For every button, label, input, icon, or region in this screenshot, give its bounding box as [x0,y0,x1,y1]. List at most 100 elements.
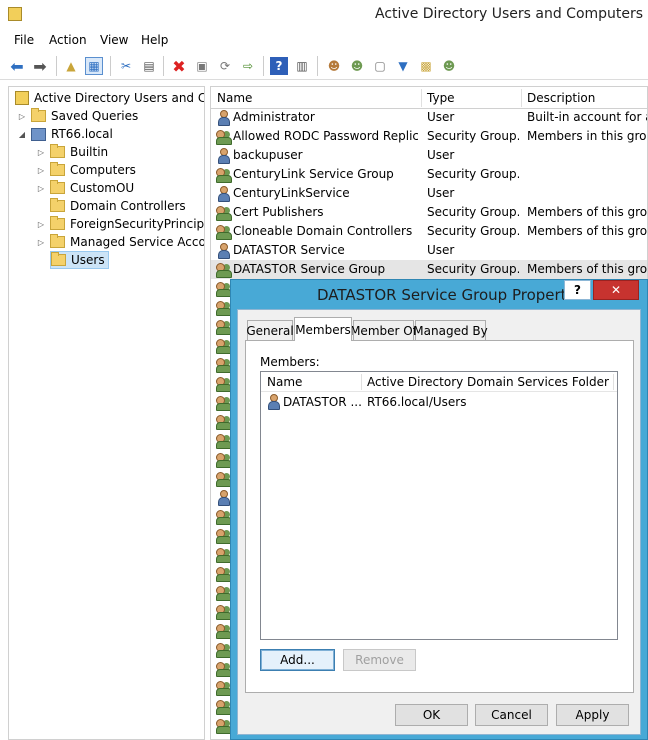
folder-icon [50,144,65,158]
tree-saved-queries[interactable]: ▷ Saved Queries [17,107,138,125]
table-row-selected[interactable]: DATASTOR Service Group Security Group...… [211,260,648,279]
back-arrow-icon[interactable]: ⬅ [8,57,26,76]
members-label: Members: [260,355,320,369]
table-row[interactable]: backupuser User [211,146,647,165]
domain-icon [31,127,46,141]
row-name: Allowed RODC Password Replicat... [233,129,418,143]
group-icon [215,452,232,468]
export-list-icon[interactable]: ⇨ [239,57,257,75]
add-button[interactable]: Add... [260,649,335,671]
table-row[interactable]: Cloneable Domain Controllers Security Gr… [211,222,647,241]
row-type: Security Group... [427,224,519,238]
group-icon [215,661,232,677]
new-group-icon[interactable]: ☻ [348,57,366,75]
dialog-help-button[interactable]: ? [564,280,591,300]
tree-item-foreign-security-principals[interactable]: ▷ ForeignSecurityPrincipals [36,215,204,233]
row-description: Members of this group [527,205,648,219]
table-row[interactable]: Allowed RODC Password Replicat... Securi… [211,127,647,146]
row-name: Administrator [233,110,315,124]
dialog-body: General Members Member Of Managed By Mem… [237,309,641,735]
title-bar: Active Directory Users and Computers [0,0,648,30]
folder-icon [50,234,65,248]
tree-item-computers[interactable]: ▷ Computers [36,161,136,179]
forward-arrow-icon[interactable]: ➡ [31,57,49,76]
column-header-type[interactable]: Type [427,91,455,105]
table-row[interactable]: CenturyLink Service Group Security Group… [211,165,647,184]
row-name: backupuser [233,148,303,162]
group-icon [215,585,232,601]
tab-managed-by[interactable]: Managed By [413,320,488,340]
row-type: Security Group... [427,205,519,219]
tree-item-users[interactable]: Users [50,251,109,269]
cancel-button[interactable]: Cancel [475,704,548,726]
expand-arrow-icon[interactable]: ▷ [36,166,46,175]
table-row[interactable]: DATASTOR Service User [211,241,647,260]
group-icon [215,528,232,544]
table-row[interactable]: Cert Publishers Security Group... Member… [211,203,648,222]
tree-root[interactable]: Active Directory Users and Com [15,89,204,107]
members-column-folder[interactable]: Active Directory Domain Services Folder [367,375,609,389]
aduc-icon [15,91,29,105]
console-tree-icon[interactable]: ▦ [85,57,103,75]
row-name: DATASTOR Service [233,243,345,257]
dialog-close-button[interactable]: ✕ [593,280,639,300]
tree-item-customou[interactable]: ▷ CustomOU [36,179,134,197]
new-user-icon[interactable]: ☻ [325,57,343,75]
members-list[interactable]: Name Active Directory Domain Services Fo… [260,371,618,640]
expand-arrow-icon[interactable]: ▷ [36,148,46,157]
expand-arrow-icon[interactable]: ▷ [36,184,46,193]
tab-member-of[interactable]: Member Of [350,320,417,340]
properties-icon[interactable]: ▣ [193,57,211,75]
toolbar-separator [110,56,111,76]
expand-arrow-icon[interactable]: ▷ [36,220,46,229]
row-type: Security Group... [427,262,519,276]
tab-general[interactable]: General [246,320,294,340]
menu-view[interactable]: View [100,33,128,47]
apply-button[interactable]: Apply [556,704,629,726]
column-header-name[interactable]: Name [217,91,252,105]
tree-item-builtin[interactable]: ▷ Builtin [36,143,108,161]
member-row[interactable]: DATASTOR ... RT66.local/Users [261,393,617,411]
members-list-header: Name Active Directory Domain Services Fo… [261,372,617,392]
column-header-description[interactable]: Description [527,91,595,105]
clipboard-icon[interactable]: ▤ [140,57,158,75]
find-icon[interactable]: ▩ [417,57,435,75]
row-name: DATASTOR Service Group [233,262,386,276]
table-row[interactable]: Administrator User Built-in account for … [211,108,647,127]
members-column-name[interactable]: Name [267,375,302,389]
help-icon[interactable]: ? [270,57,288,75]
delete-icon[interactable]: ✖ [170,57,188,76]
group-icon [215,319,232,335]
group-icon [215,718,232,734]
remove-button[interactable]: Remove [343,649,416,671]
menu-help[interactable]: Help [141,33,168,47]
window-title: Active Directory Users and Computers [375,6,644,22]
user-icon [216,110,230,126]
column-separator [361,374,362,390]
row-type: User [427,110,455,124]
tree-domain[interactable]: ◢ RT66.local [17,125,113,143]
ok-button[interactable]: OK [395,704,468,726]
tab-members[interactable]: Members [294,317,352,341]
action-pane-icon[interactable]: ▥ [293,57,311,75]
menu-file[interactable]: File [14,33,34,47]
expand-arrow-icon[interactable]: ▷ [36,238,46,247]
table-row[interactable]: CenturyLinkService User [211,184,647,203]
tree-item-managed-service-accounts[interactable]: ▷ Managed Service Accour [36,233,204,251]
up-folder-icon[interactable]: ▲ [62,57,80,75]
toolbar-separator [56,56,57,76]
filter-icon[interactable]: ▼ [394,57,412,75]
new-ou-icon[interactable]: ▢ [371,57,389,75]
refresh-icon[interactable]: ⟳ [216,57,234,75]
expand-arrow-icon[interactable]: ▷ [17,112,27,121]
row-description: Members of this group [527,262,648,276]
collapse-arrow-icon[interactable]: ◢ [17,130,27,139]
group-icon [215,566,232,582]
add-to-group-icon[interactable]: ☻ [440,57,458,75]
cut-icon[interactable]: ✂ [117,57,135,75]
console-tree[interactable]: Active Directory Users and Com ▷ Saved Q… [8,86,205,740]
menu-action[interactable]: Action [49,33,87,47]
row-description: Built-in account for ad... [527,110,647,124]
group-icon [215,699,232,715]
tree-item-domain-controllers[interactable]: Domain Controllers [50,197,186,215]
